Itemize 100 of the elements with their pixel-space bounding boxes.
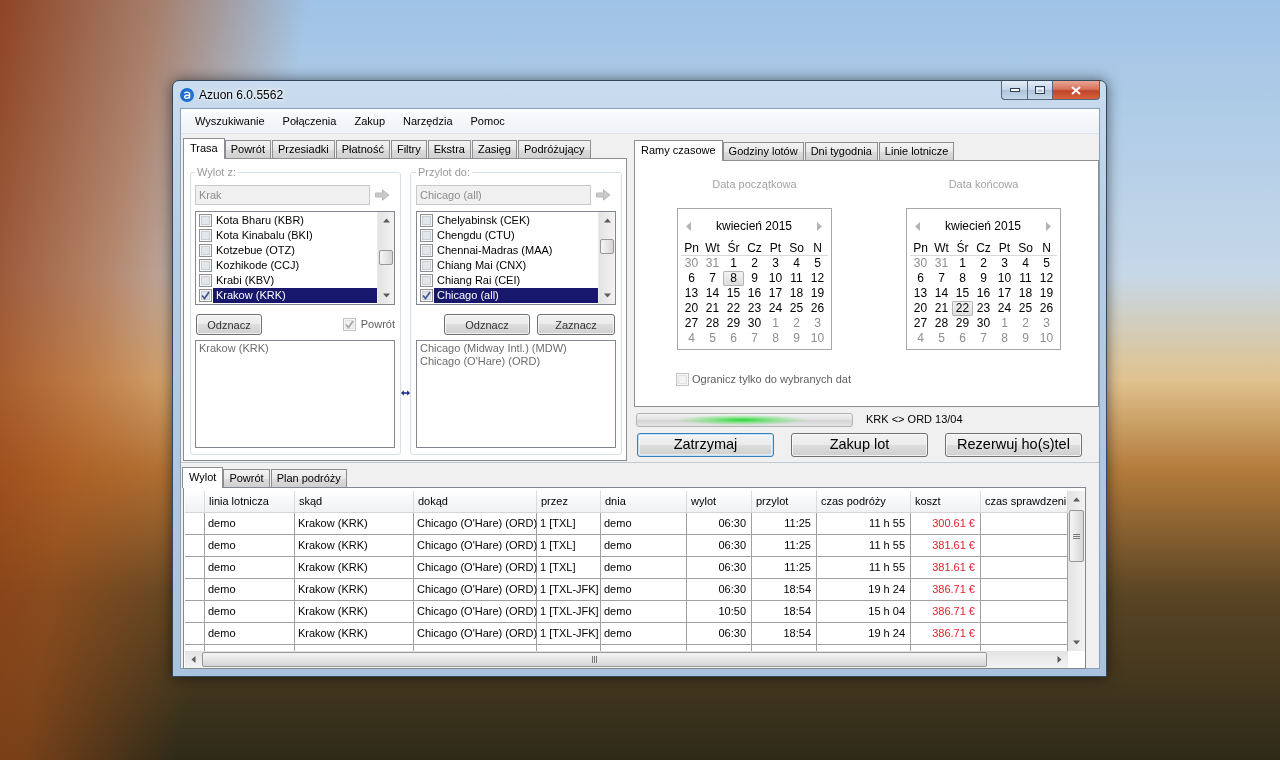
row-header[interactable] bbox=[185, 513, 205, 535]
checkbox[interactable] bbox=[199, 244, 212, 257]
column-header[interactable]: skąd bbox=[295, 491, 414, 513]
calendar-day[interactable]: 3 bbox=[765, 256, 786, 271]
month-title[interactable]: kwiecień 2015 bbox=[920, 218, 1046, 234]
list-item[interactable]: Chelyabinsk (CEK) bbox=[434, 213, 598, 228]
calendar-day[interactable]: 13 bbox=[681, 286, 702, 301]
calendar-day[interactable]: 9 bbox=[744, 271, 765, 286]
checkbox[interactable] bbox=[199, 229, 212, 242]
calendar-day[interactable]: 10 bbox=[994, 271, 1015, 286]
checkbox[interactable] bbox=[199, 289, 212, 302]
column-header[interactable]: koszt bbox=[911, 491, 981, 513]
prev-month-icon[interactable] bbox=[915, 221, 920, 231]
calendar-day[interactable]: 21 bbox=[931, 301, 952, 316]
column-header[interactable]: dnia bbox=[601, 491, 687, 513]
calendar-day[interactable]: 27 bbox=[681, 316, 702, 331]
prev-month-icon[interactable] bbox=[686, 221, 691, 231]
calendar-day[interactable]: 4 bbox=[786, 256, 807, 271]
calendar-day[interactable]: 22 bbox=[952, 301, 973, 316]
menu-item[interactable]: Zakup bbox=[345, 112, 394, 130]
listbox[interactable]: Chicago (Midway Intl.) (MDW) Chicago (O'Hare) (ORD) bbox=[416, 340, 616, 448]
calendar-day[interactable]: 10 bbox=[807, 331, 828, 346]
calendar-day[interactable]: 11 bbox=[786, 271, 807, 286]
tab[interactable]: Podróżujący bbox=[517, 140, 591, 158]
minimize-button[interactable] bbox=[1001, 81, 1027, 100]
calendar-day[interactable]: 25 bbox=[786, 301, 807, 316]
checkbox[interactable] bbox=[199, 214, 212, 227]
calendar-day[interactable]: 2 bbox=[973, 256, 994, 271]
tab[interactable]: Ramy czasowe bbox=[634, 140, 723, 161]
calendar-day[interactable]: 26 bbox=[807, 301, 828, 316]
tab[interactable]: Dni tygodnia bbox=[804, 142, 878, 160]
tab[interactable]: Wylot bbox=[182, 467, 224, 488]
row-header[interactable] bbox=[185, 557, 205, 579]
tab[interactable]: Plan podróży bbox=[270, 469, 347, 487]
double-arrow-icon[interactable] bbox=[401, 388, 410, 398]
calendar-day[interactable]: 1 bbox=[723, 256, 744, 271]
tab[interactable]: Linie lotnicze bbox=[878, 142, 955, 160]
deselect-button[interactable]: Odznacz bbox=[444, 314, 530, 335]
column-header[interactable]: przez bbox=[537, 491, 601, 513]
calendar-day[interactable]: 16 bbox=[973, 286, 994, 301]
calendar-day[interactable]: 18 bbox=[1015, 286, 1036, 301]
scrollbar-thumb[interactable] bbox=[1069, 510, 1084, 562]
next-month-icon[interactable] bbox=[817, 221, 822, 231]
calendar-day[interactable]: 24 bbox=[994, 301, 1015, 316]
tab[interactable]: Trasa bbox=[183, 138, 225, 159]
list-item[interactable]: Chiang Mai (CNX) bbox=[434, 258, 598, 273]
checkbox[interactable] bbox=[420, 259, 433, 272]
list-item[interactable]: Chicago (Midway Intl.) (MDW) bbox=[420, 342, 612, 355]
close-button[interactable] bbox=[1053, 81, 1100, 100]
checkbox[interactable] bbox=[199, 274, 212, 287]
menu-item[interactable]: Narzędzia bbox=[394, 112, 462, 130]
column-header[interactable]: dokąd bbox=[414, 491, 537, 513]
calendar-day[interactable]: 21 bbox=[702, 301, 723, 316]
tab[interactable]: Ekstra bbox=[427, 140, 471, 158]
scrollbar[interactable] bbox=[185, 651, 1068, 668]
list-item[interactable]: Chiang Rai (CEI) bbox=[434, 273, 598, 288]
menu-item[interactable]: Połączenia bbox=[273, 112, 346, 130]
checkbox[interactable] bbox=[199, 259, 212, 272]
scrollbar[interactable] bbox=[598, 212, 615, 304]
calendar-day[interactable]: 30 bbox=[973, 316, 994, 331]
column-header[interactable]: czas podróży bbox=[817, 491, 911, 513]
calendar-day[interactable]: 16 bbox=[744, 286, 765, 301]
calendar-day[interactable]: 7 bbox=[931, 271, 952, 286]
tab[interactable]: Powrót bbox=[223, 469, 270, 487]
scrollbar[interactable] bbox=[377, 212, 394, 304]
calendar-day[interactable]: 28 bbox=[931, 316, 952, 331]
list-item[interactable]: Kotzebue (OTZ) bbox=[213, 243, 377, 258]
calendar-day[interactable]: 17 bbox=[994, 286, 1015, 301]
calendar-day[interactable]: 18 bbox=[786, 286, 807, 301]
calendar-day[interactable]: 15 bbox=[952, 286, 973, 301]
checkbox[interactable] bbox=[420, 229, 433, 242]
maximize-button[interactable] bbox=[1027, 81, 1053, 100]
calendar-day[interactable]: 25 bbox=[1015, 301, 1036, 316]
calendar-day[interactable]: 20 bbox=[681, 301, 702, 316]
next-month-icon[interactable] bbox=[1046, 221, 1051, 231]
scrollbar-thumb[interactable] bbox=[202, 652, 987, 667]
calendar-day[interactable]: 23 bbox=[973, 301, 994, 316]
row-header[interactable] bbox=[185, 579, 205, 601]
column-header[interactable]: czas sprawdzeni bbox=[981, 491, 1068, 513]
calendar-day[interactable]: 11 bbox=[1015, 271, 1036, 286]
calendar-day[interactable]: 26 bbox=[1036, 301, 1057, 316]
checkbox[interactable] bbox=[420, 289, 433, 302]
stop-button[interactable]: Zatrzymaj bbox=[637, 433, 774, 457]
calendar-day[interactable]: 5 bbox=[807, 256, 828, 271]
calendar-day[interactable]: 3 bbox=[994, 256, 1015, 271]
calendar-day[interactable]: 30 bbox=[744, 316, 765, 331]
calendar-day[interactable]: 12 bbox=[807, 271, 828, 286]
calendar-day[interactable]: 10 bbox=[1036, 331, 1057, 346]
checkbox[interactable] bbox=[420, 274, 433, 287]
calendar-day[interactable]: 4 bbox=[1015, 256, 1036, 271]
menu-item[interactable]: Pomoc bbox=[461, 112, 514, 130]
tab[interactable]: Powrót bbox=[224, 140, 271, 158]
list-item[interactable]: Krakow (KRK) bbox=[199, 342, 391, 355]
list-item[interactable]: Krakow (KRK) bbox=[213, 288, 377, 303]
list-item[interactable]: Chennai-Madras (MAA) bbox=[434, 243, 598, 258]
calendar-day[interactable]: 5 bbox=[1036, 256, 1057, 271]
list-item[interactable]: Kozhikode (CCJ) bbox=[213, 258, 377, 273]
buy-button[interactable]: Zakup lot bbox=[791, 433, 928, 457]
calendar-day[interactable]: 19 bbox=[807, 286, 828, 301]
calendar-day[interactable]: 6 bbox=[681, 271, 702, 286]
